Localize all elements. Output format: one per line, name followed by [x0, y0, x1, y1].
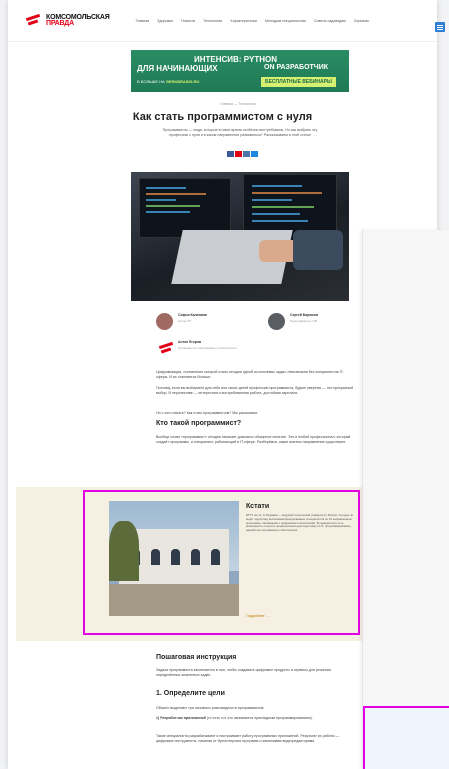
banner-link: В БОЛЬШЕ НА GEEKBRAINS.RU [137, 79, 200, 84]
paragraph: Задача программиста заключается в том, ч… [156, 668, 331, 677]
author-role: Руководитель программного обеспечения [178, 346, 237, 350]
nav-item[interactable]: Советы садоводам [314, 19, 346, 23]
nav-item[interactable]: Технологии [203, 19, 222, 23]
banner-line3: ON РАЗРАБОТЧИК [264, 64, 329, 71]
share-facebook-icon[interactable] [227, 151, 234, 157]
logo-line2: ПРАВДА [46, 19, 74, 27]
banner-cta-button[interactable]: БЕСПЛАТНЫЕ ВЕБИНАРЫ [261, 77, 336, 87]
main-nav: Главная Здоровье Новости Технологии Хара… [136, 19, 369, 23]
site-header: КОМСОМОЛЬСКАЯ ПРАВДА Главная Здоровье Но… [8, 0, 437, 42]
article-lead: Программисты — люди, которые в наше врем… [162, 128, 318, 137]
logo-arrow-icon [26, 15, 42, 27]
list-item: 1) Разработчик приложений (то есть тот, … [156, 716, 313, 720]
author-name: Антон Егоров [178, 340, 202, 344]
share-vk-icon[interactable] [243, 151, 250, 157]
author-name: Софья Калинина [178, 313, 207, 317]
paragraph: Такие специалисты разрабатывают и настра… [156, 734, 340, 743]
avatar [268, 313, 285, 330]
author-card[interactable]: Софья Калинина Автор КП [156, 313, 207, 330]
author-card[interactable]: Антон Егоров Руководитель программного о… [156, 340, 238, 357]
banner-line2: ДЛЯ НАЧИНАЮЩИХ [137, 64, 218, 73]
paragraph: Цифровизация, стремление которой стало с… [156, 370, 344, 379]
page-title: Как стать программистом с нуля [132, 111, 313, 123]
nav-item[interactable]: Здоровье [157, 19, 173, 23]
section-heading: Кто такой программист? [156, 420, 242, 427]
paragraph: Поэтому, если вы выбираете для себя или … [156, 386, 354, 395]
author-role: Автор КП [178, 319, 191, 323]
share-buttons [227, 151, 258, 157]
overlay-highlight [363, 706, 449, 769]
nav-item[interactable]: Сериалы [354, 19, 369, 23]
author-role: Преподаватель GB [290, 319, 317, 323]
ad-banner[interactable]: ИНТЕНСИВ: PYTHON ДЛЯ НАЧИНАЮЩИХ ON РАЗРА… [131, 50, 349, 92]
section-heading: 1. Определите цели [156, 690, 225, 697]
paragraph: Но с чего начать? Как стать программисто… [156, 411, 258, 415]
breadcrumb[interactable]: Главная — Технологии [220, 102, 256, 106]
monitor-left [139, 178, 231, 238]
nav-item[interactable]: Молодым специалистам [265, 19, 306, 23]
nav-item[interactable]: Главная [136, 19, 150, 23]
site-logo[interactable]: КОМСОМОЛЬСКАЯ ПРАВДА [26, 14, 110, 27]
menu-icon[interactable] [435, 22, 445, 32]
paragraph: Вообще слово «программист» сегодня означ… [156, 435, 351, 444]
nav-item[interactable]: Новости [181, 19, 195, 23]
company-logo-icon [156, 340, 173, 357]
author-card[interactable]: Сергей Бирюков Преподаватель GB [268, 313, 318, 330]
person-sleeve [293, 230, 343, 270]
author-name: Сергей Бирюков [290, 313, 319, 317]
paragraph: Обычно выделяют три основных разновиднос… [156, 706, 265, 710]
overlay-panel [362, 230, 449, 769]
section-heading: Пошаговая инструкция [156, 654, 237, 661]
share-telegram-icon[interactable] [251, 151, 258, 157]
highlight-frame [83, 490, 360, 635]
hero-image [131, 172, 349, 301]
nav-item[interactable]: Характеристики [230, 19, 257, 23]
banner-line1: ИНТЕНСИВ: PYTHON [194, 55, 278, 64]
avatar [156, 313, 173, 330]
share-ok-icon[interactable] [235, 151, 242, 157]
